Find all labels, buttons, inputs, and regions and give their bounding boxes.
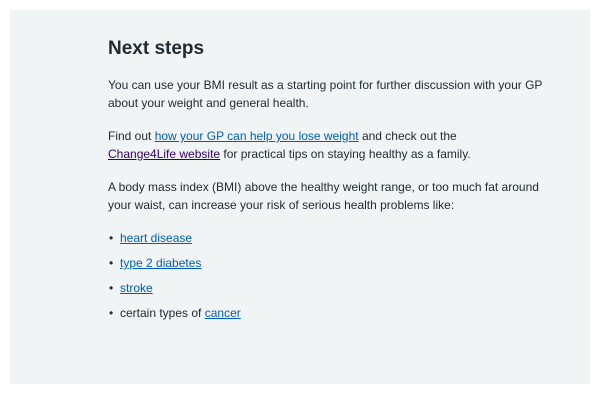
gp-help-lose-weight-link[interactable]: how your GP can help you lose weight [155,129,359,143]
bmi-risk-paragraph: A body mass index (BMI) above the health… [108,180,539,212]
stroke-link[interactable]: stroke [120,281,153,295]
gp-help-paragraph: Find out how your GP can help you lose w… [108,127,550,163]
bullet: • [109,256,114,270]
section-heading: Next steps [108,38,205,59]
list-item: • certain types of cancer [108,304,550,322]
bullet: • [109,231,114,245]
change4life-website-link[interactable]: Change4Life website [108,147,220,161]
type-2-diabetes-link[interactable]: type 2 diabetes [120,256,201,270]
list-item: • type 2 diabetes [108,254,550,272]
paragraph-text: and check out the [358,129,457,143]
list-item-text: certain types of [120,306,205,320]
health-problems-list: • heart disease • type 2 diabetes • stroke … [108,229,550,322]
list-item: • heart disease [108,229,550,247]
next-steps-panel: Next steps You can use your BMI result a… [10,10,590,384]
heart-disease-link[interactable]: heart disease [120,231,192,245]
intro-paragraph: You can use your BMI result as a startin… [108,78,543,110]
paragraph-text: Find out [108,129,155,143]
bullet: • [109,281,114,295]
list-item: • stroke [108,279,550,297]
cancer-link[interactable]: cancer [205,306,241,320]
paragraph-text: for practical tips on staying healthy as… [220,147,471,161]
bullet: • [109,306,114,320]
